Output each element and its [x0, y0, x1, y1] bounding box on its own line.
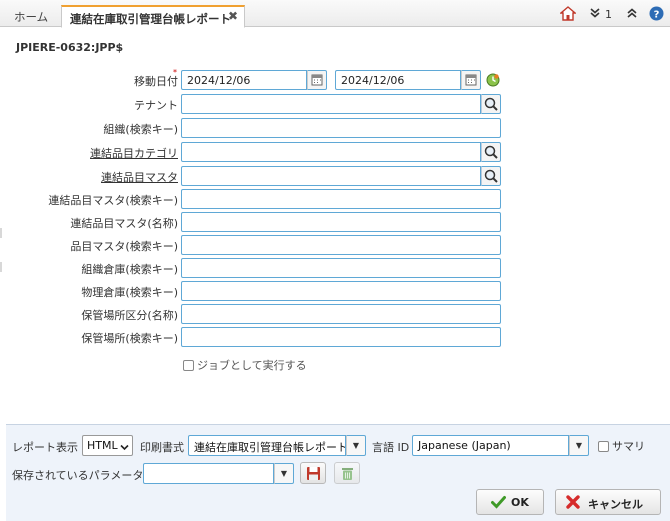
window-count: 1	[605, 8, 612, 21]
locator-type-name-input[interactable]	[181, 304, 501, 324]
linked-item-category-input[interactable]	[181, 142, 481, 162]
splitter-handle[interactable]	[0, 228, 2, 238]
move-date-label: 移動日付	[134, 75, 178, 88]
calendar-icon[interactable]	[461, 70, 481, 90]
close-icon	[565, 494, 581, 513]
cancel-button[interactable]: キャンセル	[555, 489, 661, 515]
process-id: JPIERE-0632:JPP$	[16, 41, 124, 54]
tenant-input[interactable]	[181, 94, 481, 114]
field-label-tenant: テナント	[134, 99, 178, 112]
saved-params-input[interactable]	[143, 463, 274, 484]
date-range-icon[interactable]	[486, 73, 500, 90]
required-mark: *	[173, 68, 177, 77]
cancel-label: キャンセル	[588, 498, 643, 511]
org-warehouse-key-input[interactable]	[181, 258, 501, 278]
home-icon[interactable]	[559, 6, 577, 24]
report-display-select[interactable]: HTML	[82, 435, 133, 456]
language-label: 言語 ID	[372, 441, 410, 454]
field-label-physical-warehouse-key: 物理倉庫(検索キー)	[81, 286, 178, 299]
ok-button[interactable]: OK	[476, 489, 544, 515]
field-label-linked-item-category[interactable]: 連結品目カテゴリ	[90, 145, 178, 161]
save-params-button[interactable]	[300, 462, 326, 484]
print-format-dropdown[interactable]: ▼	[346, 435, 366, 456]
run-as-job-checkbox[interactable]: ジョブとして実行する	[183, 357, 307, 373]
linked-item-name-input[interactable]	[181, 212, 501, 232]
tab-report-label: 連結在庫取引管理台帳レポート	[70, 12, 231, 26]
field-label-locator-type-name: 保管場所区分(名称)	[81, 309, 178, 322]
double-chevron-up-icon[interactable]	[627, 8, 637, 21]
org-key-input[interactable]	[181, 118, 501, 138]
trash-icon	[340, 466, 355, 484]
tab-home[interactable]: ホーム	[6, 5, 56, 28]
search-icon[interactable]	[481, 166, 501, 186]
search-icon[interactable]	[481, 142, 501, 162]
linked-item-key-input[interactable]	[181, 189, 501, 209]
field-label-linked-item-master[interactable]: 連結品目マスタ	[101, 169, 178, 185]
checkbox-box[interactable]	[598, 441, 609, 452]
locator-key-input[interactable]	[181, 327, 501, 347]
calendar-icon[interactable]	[307, 70, 327, 90]
field-label-locator-key: 保管場所(検索キー)	[81, 332, 178, 345]
search-icon[interactable]	[481, 94, 501, 114]
summary-label: サマリ	[612, 440, 645, 453]
check-icon	[491, 495, 506, 512]
report-display-label: レポート表示	[12, 441, 78, 454]
linked-item-master-input[interactable]	[181, 166, 481, 186]
print-format-input[interactable]: 連結在庫取引管理台帳レポート	[188, 435, 346, 456]
physical-warehouse-key-input[interactable]	[181, 281, 501, 301]
field-label-org-warehouse-key: 組織倉庫(検索キー)	[81, 263, 178, 276]
help-icon[interactable]: ?	[649, 6, 664, 24]
item-key-input[interactable]	[181, 235, 501, 255]
svg-text:?: ?	[654, 10, 660, 21]
field-label-item-key: 品目マスタ(検索キー)	[70, 240, 178, 253]
double-chevron-down-icon[interactable]	[590, 8, 600, 21]
ok-label: OK	[511, 496, 529, 509]
splitter-handle[interactable]	[0, 262, 2, 272]
saved-params-dropdown[interactable]: ▼	[274, 463, 294, 484]
field-label-org-key: 組織(検索キー)	[103, 123, 178, 136]
move-date-to-input[interactable]: 2024/12/06	[335, 70, 461, 90]
checkbox-box[interactable]	[183, 360, 194, 371]
report-options-panel: レポート表示 HTML 印刷書式 連結在庫取引管理台帳レポート ▼ 言語 ID …	[6, 424, 670, 521]
print-format-label: 印刷書式	[140, 441, 184, 454]
field-label-linked-item-name: 連結品目マスタ(名称)	[70, 217, 178, 230]
summary-checkbox[interactable]: サマリ	[598, 438, 645, 454]
saved-params-label: 保存されているパラメータ	[12, 469, 144, 482]
run-as-job-label: ジョブとして実行する	[197, 359, 307, 372]
field-label-linked-item-key: 連結品目マスタ(検索キー)	[48, 194, 178, 207]
language-input[interactable]: Japanese (Japan)	[412, 435, 569, 456]
language-dropdown[interactable]: ▼	[569, 435, 589, 456]
chevron-down-icon	[120, 441, 129, 454]
tab-report[interactable]: 連結在庫取引管理台帳レポート ✖	[61, 5, 245, 28]
tab-bar: ホーム 連結在庫取引管理台帳レポート ✖ 1 ?	[0, 0, 670, 28]
save-icon	[306, 466, 321, 484]
close-icon[interactable]: ✖	[228, 9, 238, 23]
delete-params-button[interactable]	[334, 462, 360, 484]
move-date-from-input[interactable]: 2024/12/06	[181, 70, 307, 90]
